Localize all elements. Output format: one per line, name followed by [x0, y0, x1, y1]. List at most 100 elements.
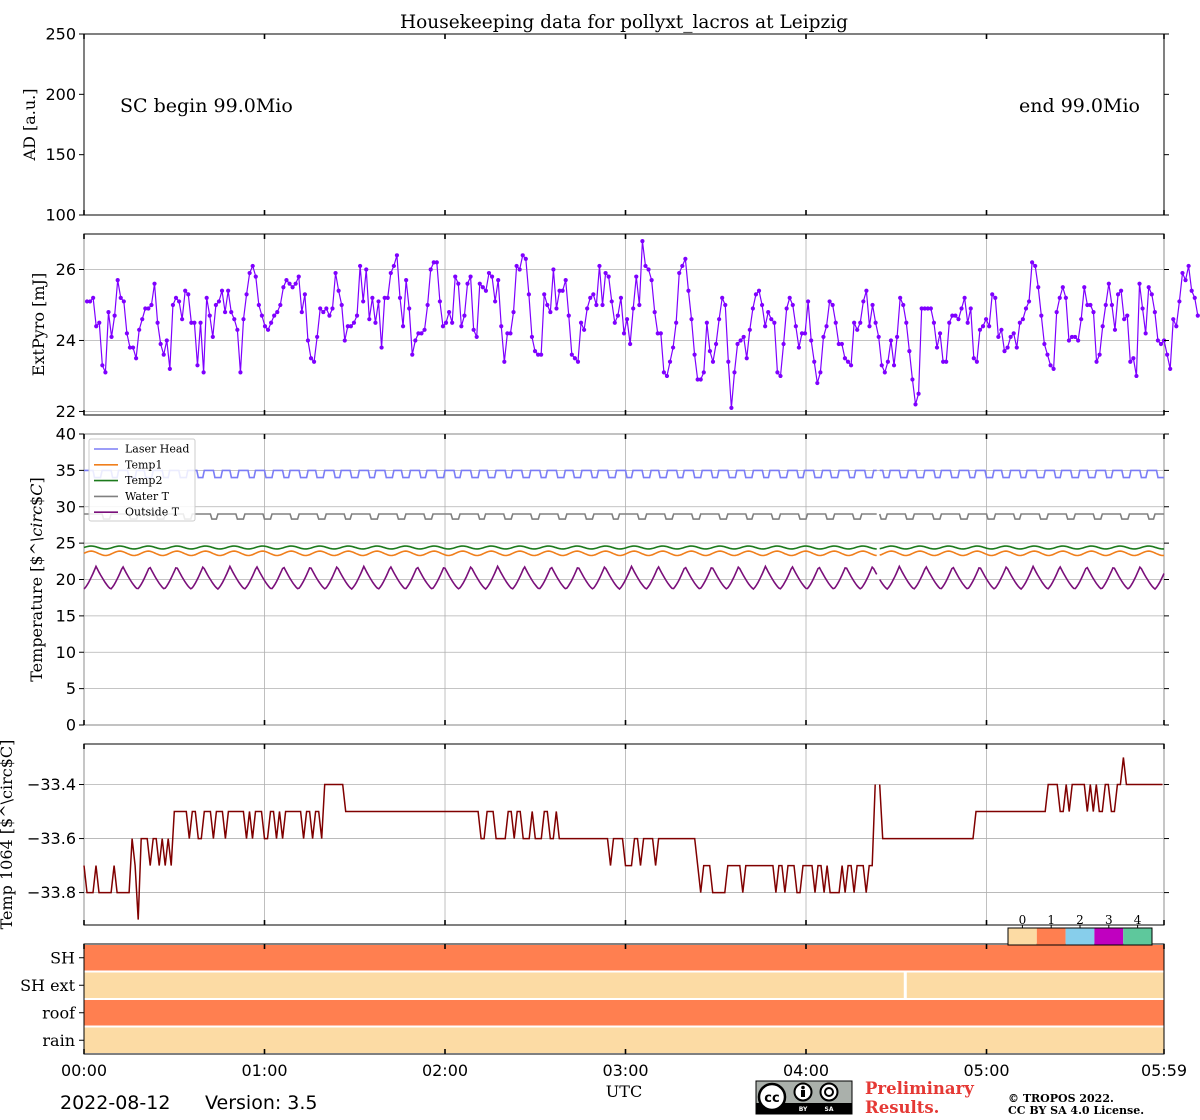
pyro-plot-frame [83, 233, 1165, 416]
pyro-point [658, 331, 663, 336]
pyro-point [882, 370, 887, 375]
colorbar-label: 4 [1134, 913, 1142, 927]
pyro-point [140, 317, 145, 322]
pyro-point [542, 292, 547, 297]
pyro-point [97, 320, 102, 325]
pyro-point [229, 309, 234, 315]
pyro-point [287, 281, 292, 286]
pyro-point [1171, 317, 1176, 322]
pyro-point [683, 256, 688, 261]
pyro-point [437, 299, 442, 304]
pyro-point [812, 359, 817, 364]
pyro-point [296, 274, 301, 279]
pyro-point [787, 295, 792, 300]
pyro-point [1183, 278, 1188, 283]
pyro-point [692, 352, 697, 357]
pyro-point [677, 270, 682, 276]
pyro-point [342, 338, 347, 343]
pyro-point [1100, 324, 1105, 329]
pyro-point [790, 302, 795, 308]
pyro-point [397, 295, 403, 300]
pyro-point [603, 270, 608, 276]
pyro-point [351, 320, 357, 325]
pyro-point [670, 345, 676, 350]
pyro-point [1054, 309, 1059, 315]
pyro-point [118, 295, 123, 300]
legend-entry: Laser Head [125, 443, 189, 456]
y-tick-label: 22 [56, 402, 76, 421]
pyro-point [1057, 295, 1062, 300]
pyro-point [1134, 373, 1139, 379]
y-tick-label: −33.6 [27, 829, 76, 848]
pyro-point [974, 359, 979, 364]
pyro-point [210, 334, 215, 340]
pyro-point [710, 359, 716, 364]
ad-panel: 100150200250 AD [a.u.] SC begin 99.0Mio … [20, 25, 1169, 225]
pyro-point [112, 313, 117, 318]
pyro-point [1026, 299, 1032, 304]
pyro-point [741, 334, 746, 340]
pyro-point [686, 288, 691, 293]
preliminary-label-2: Results. [865, 1098, 939, 1117]
pyro-point [262, 324, 268, 329]
pyro-point [848, 363, 854, 368]
pyro-point [1097, 352, 1102, 357]
y-tick-label: 10 [56, 643, 76, 662]
pyro-point [763, 324, 768, 329]
pyro-point [425, 302, 430, 308]
pyro-point [204, 295, 209, 300]
x-tick-label: 03:00 [602, 1061, 648, 1080]
pyro-point [956, 317, 961, 322]
pyro-point [293, 281, 298, 286]
x-tick-label: 00:00 [61, 1061, 107, 1080]
pyro-point [520, 253, 525, 258]
pyro-point [167, 366, 172, 371]
pyro-point [1115, 292, 1121, 297]
pyro-point [674, 320, 679, 325]
pyro-point [980, 324, 986, 329]
y-tick-label: 250 [45, 25, 76, 44]
pyro-point [680, 263, 685, 269]
pyro-point [462, 313, 467, 318]
pyro-point [738, 338, 743, 343]
pyro-point [278, 302, 283, 308]
pyro-point [578, 320, 584, 325]
status-rows [84, 945, 1164, 1053]
pyro-point [1180, 270, 1185, 276]
pyro-point [434, 260, 439, 265]
pyro-point [391, 263, 396, 269]
pyro-point [265, 327, 271, 332]
pyro-point [483, 288, 489, 293]
pyro-point [450, 320, 455, 325]
pyro-point [407, 306, 412, 311]
pyro-point [898, 295, 903, 300]
sa-icon [819, 1082, 839, 1102]
pyro-point [94, 324, 99, 329]
y-tick-label: 0 [66, 716, 76, 735]
pyro-point [735, 341, 740, 347]
pyro-point [707, 349, 713, 354]
pyro-point [336, 288, 341, 293]
pyro-point [100, 363, 105, 368]
pyro-point [241, 317, 246, 322]
svg-text:cc: cc [764, 1091, 779, 1106]
pyro-point [852, 320, 857, 325]
pyro-point [861, 299, 866, 304]
pyro-point [1152, 309, 1157, 315]
temperature-legend: Laser Head Temp1 Temp2 Water T Outside T [88, 438, 196, 522]
x-tick-label: 05:59 [1141, 1061, 1187, 1080]
pyro-point [213, 302, 218, 308]
status-row-label: roof [42, 1003, 76, 1022]
pyro-point [689, 317, 694, 322]
pyro-point [879, 363, 884, 368]
pyro-point [1020, 317, 1026, 322]
pyro-point [428, 267, 433, 272]
pyro-point [913, 402, 918, 407]
pyro-point [1192, 295, 1197, 300]
cc-sa-label: SA [825, 1106, 834, 1113]
status-row-sh-ext [84, 972, 1164, 998]
pyro-point [315, 334, 320, 340]
pyro-point [474, 334, 479, 340]
ad-plot-frame [83, 33, 1165, 216]
pyro-point [698, 377, 703, 382]
